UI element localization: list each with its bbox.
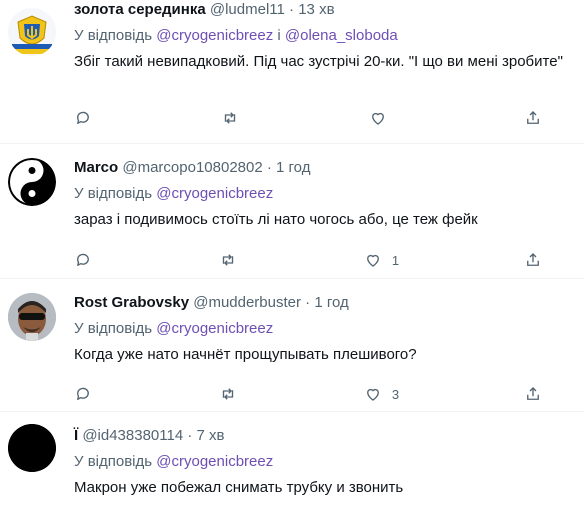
reply-icon — [77, 387, 89, 400]
reply-context: У відповідь @cryogenicbreez — [74, 184, 576, 204]
avatar[interactable] — [8, 8, 56, 56]
mention-link[interactable]: @cryogenicbreez — [156, 185, 273, 202]
action-bar — [74, 109, 544, 127]
share-button[interactable] — [524, 251, 544, 269]
tweet-text: Збіг такий невипадковий. Під час зустріч… — [74, 53, 563, 70]
share-icon — [527, 253, 539, 266]
reply-button[interactable] — [74, 251, 94, 269]
avatar[interactable] — [8, 293, 56, 341]
retweet-button[interactable] — [221, 109, 241, 127]
tweet-text: Макрон уже побежал снимать трубку и звон… — [74, 479, 404, 496]
black-avatar — [8, 424, 56, 472]
tweet-header: Marco @marcopo10802802 · 1 год — [74, 159, 311, 176]
like-button[interactable]: 1 — [364, 251, 399, 269]
share-icon — [527, 111, 539, 124]
author-handle[interactable]: @mudderbuster — [193, 294, 301, 311]
mention-link[interactable]: @cryogenicbreez — [156, 453, 273, 470]
action-bar: 3 — [74, 385, 544, 403]
person-photo — [8, 293, 56, 341]
heart-icon — [366, 254, 379, 267]
mention-link[interactable]: @olena_sloboda — [285, 27, 398, 44]
yin-yang-icon — [8, 158, 56, 206]
timestamp[interactable]: 13 хв — [298, 1, 334, 18]
reply-icon — [77, 111, 89, 124]
like-count: 3 — [391, 386, 400, 402]
reply-button[interactable] — [74, 385, 94, 403]
tweet[interactable]: Rost Grabovsky @mudderbuster · 1 год У в… — [0, 279, 584, 412]
like-button[interactable] — [369, 109, 397, 127]
author-handle[interactable]: @ludmel11 — [210, 1, 285, 18]
tweet-text: Когда уже нато начнёт прощупывать плешив… — [74, 346, 417, 363]
timestamp[interactable]: 1 год — [314, 294, 348, 311]
tweet-header: Ї @id438380114 · 7 хв — [74, 427, 225, 444]
retweet-icon — [225, 112, 236, 124]
avatar[interactable] — [8, 158, 56, 206]
tweet-header: золота серединка @ludmel11 · 13 хв — [74, 1, 335, 18]
mention-link[interactable]: @cryogenicbreez — [156, 27, 273, 44]
reply-prefix: У відповідь — [74, 185, 153, 202]
author-name[interactable]: Rost Grabovsky — [74, 294, 189, 311]
coat-of-arms-icon — [8, 8, 56, 56]
like-button[interactable]: 3 — [364, 385, 399, 403]
reply-context: У відповідь @cryogenicbreez і @olena_slo… — [74, 26, 576, 46]
heart-icon — [366, 388, 379, 401]
avatar[interactable] — [8, 424, 56, 472]
timestamp[interactable]: 1 год — [276, 159, 310, 176]
heart-icon — [371, 112, 384, 125]
retweet-icon — [222, 388, 234, 400]
reply-prefix: У відповідь — [74, 320, 153, 337]
reply-context: У відповідь @cryogenicbreez — [74, 452, 576, 472]
share-button[interactable] — [524, 109, 544, 127]
author-handle[interactable]: @id438380114 — [82, 427, 183, 444]
reply-button[interactable] — [74, 109, 94, 127]
mention-link[interactable]: @cryogenicbreez — [156, 320, 273, 337]
author-handle[interactable]: @marcopo10802802 — [122, 159, 262, 176]
like-count: 1 — [391, 252, 400, 268]
author-name[interactable]: Ї — [74, 427, 78, 444]
reply-icon — [77, 253, 89, 266]
reply-prefix: У відповідь — [74, 453, 153, 470]
tweet[interactable]: Marco @marcopo10802802 · 1 год У відпові… — [0, 144, 584, 279]
tweet[interactable]: Ї @id438380114 · 7 хв У відповідь @cryog… — [0, 412, 584, 508]
reply-prefix: У відповідь — [74, 27, 153, 44]
retweet-button[interactable] — [219, 385, 239, 403]
tweet[interactable]: золота серединка @ludmel11 · 13 хв У від… — [0, 0, 584, 144]
and-word: і — [277, 27, 281, 44]
retweet-button[interactable] — [219, 251, 239, 269]
tweet-text: зараз і подивимось стоїть лі нато чогось… — [74, 211, 478, 228]
tweet-header: Rost Grabovsky @mudderbuster · 1 год — [74, 294, 349, 311]
share-button[interactable] — [524, 385, 544, 403]
timestamp[interactable]: 7 хв — [197, 427, 225, 444]
author-name[interactable]: Marco — [74, 159, 118, 176]
author-name[interactable]: золота серединка — [74, 1, 206, 18]
action-bar: 1 — [74, 251, 544, 269]
reply-context: У відповідь @cryogenicbreez — [74, 319, 576, 339]
retweet-icon — [222, 254, 234, 266]
share-icon — [527, 387, 539, 400]
